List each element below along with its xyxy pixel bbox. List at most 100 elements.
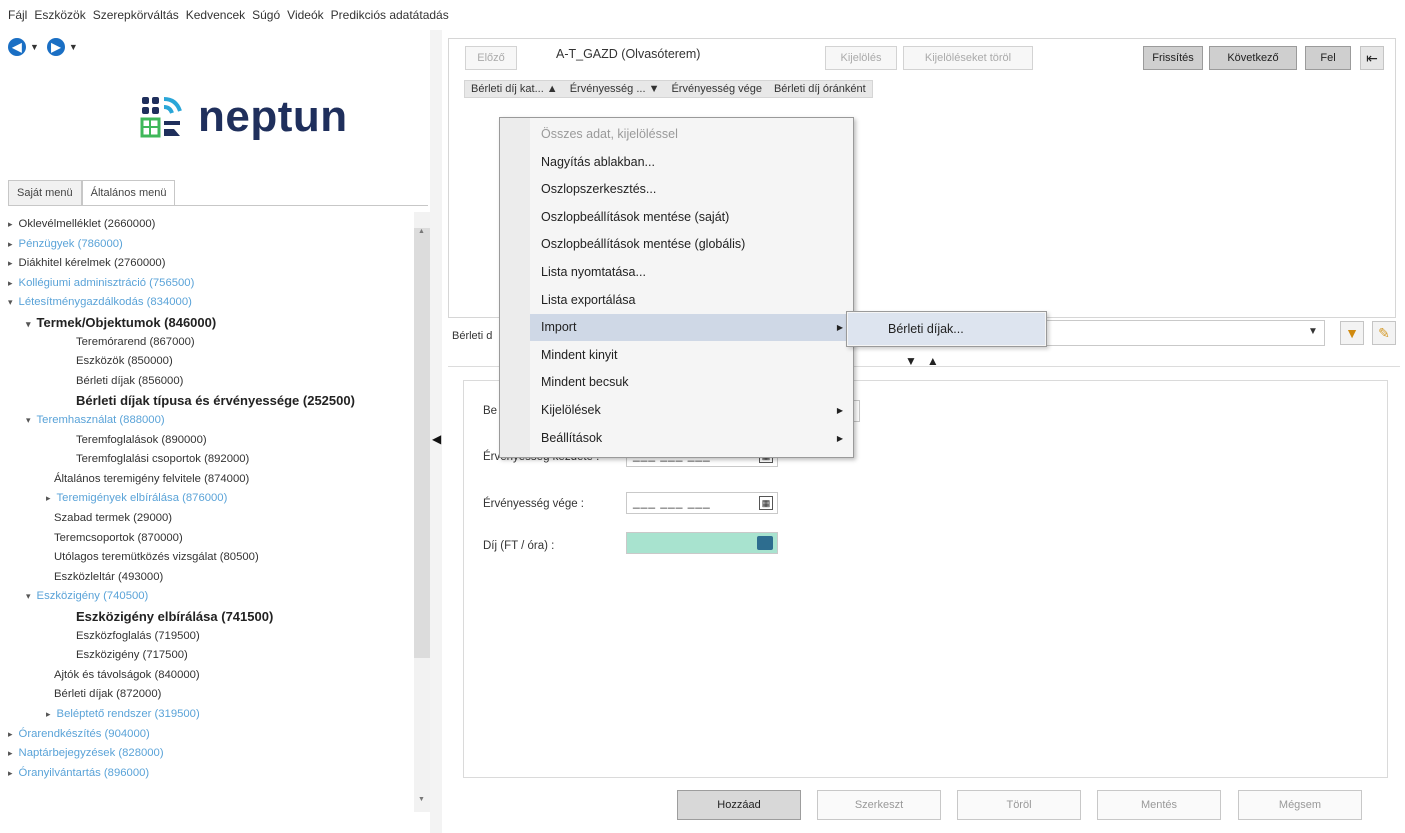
grid-column-header[interactable]: Érvényesség vége <box>665 81 768 97</box>
tree-item[interactable]: Eszközigény (717500) <box>76 647 188 664</box>
tree-item[interactable]: Eszközleltár (493000) <box>54 569 163 586</box>
up-button[interactable]: Fel <box>1305 46 1351 70</box>
context-menu-item[interactable]: Kijelölések ▶ <box>500 397 853 424</box>
calculator-icon[interactable] <box>757 536 773 550</box>
cancel-button[interactable]: Mégsem <box>1238 790 1362 820</box>
tree-item[interactable]: ▾ Termek/Objektumok (846000) <box>26 314 216 331</box>
collapsed-arrow-icon[interactable]: ▸ <box>46 493 51 503</box>
tree-item[interactable]: ▾ Eszközigény (740500) <box>26 588 148 605</box>
tree-scrollbar-thumb[interactable] <box>414 228 430 658</box>
menu-item[interactable]: Videók <box>287 8 323 22</box>
dropdown-caret-icon[interactable]: ▼ <box>1308 326 1318 337</box>
context-menu-item[interactable]: Mindent becsuk <box>500 369 853 396</box>
delete-button[interactable]: Töröl <box>957 790 1081 820</box>
menu-item[interactable]: Szerepkörváltás <box>93 8 179 22</box>
select-button[interactable]: Kijelölés <box>825 46 897 70</box>
scroll-down-icon[interactable]: ▼ <box>418 796 425 803</box>
menu-item[interactable]: Kedvencek <box>186 8 245 22</box>
menu-item[interactable]: Predikciós adatátadás <box>331 8 449 22</box>
context-menu-item[interactable]: Oszlopszerkesztés... <box>500 176 853 203</box>
tree-item[interactable]: Eszközök (850000) <box>76 353 173 370</box>
context-menu-item[interactable]: Import ▶ <box>500 314 853 342</box>
edit-button[interactable]: Szerkeszt <box>817 790 941 820</box>
add-button[interactable]: Hozzáad <box>677 790 801 820</box>
save-button[interactable]: Mentés <box>1097 790 1221 820</box>
next-button[interactable]: Következő <box>1209 46 1297 70</box>
tree-item[interactable]: Teremórarend (867000) <box>76 334 195 351</box>
filter-icon[interactable]: ▼ <box>1340 321 1364 345</box>
context-menu-item-label: Lista exportálása <box>541 292 636 307</box>
tree-item[interactable]: Ajtók és távolságok (840000) <box>54 667 200 684</box>
tree-item[interactable]: Bérleti díjak típusa és érvényessége (25… <box>76 392 355 409</box>
tree-item[interactable]: ▾ Teremhasználat (888000) <box>26 412 165 429</box>
context-menu-item-label: Mindent becsuk <box>541 375 629 390</box>
tree-item[interactable]: Teremcsoportok (870000) <box>54 530 183 547</box>
tree-item[interactable]: Teremfoglalások (890000) <box>76 432 207 449</box>
back-dropdown-icon[interactable]: ▼ <box>30 42 39 52</box>
collapsed-arrow-icon[interactable]: ▸ <box>8 258 13 268</box>
collapsed-arrow-icon[interactable]: ▸ <box>8 239 13 249</box>
refresh-button[interactable]: Frissítés <box>1143 46 1203 70</box>
scroll-up-icon[interactable]: ▲ <box>418 228 425 235</box>
tree-item[interactable]: ▸ Oklevélmelléklet (2660000) <box>8 216 155 233</box>
expanded-arrow-icon[interactable]: ▾ <box>8 297 13 307</box>
context-menu-item[interactable]: Lista nyomtatása... <box>500 259 853 286</box>
context-menu-item[interactable]: Összes adat, kijelöléssel <box>500 121 853 148</box>
tree-item[interactable]: ▸ Kollégiumi adminisztráció (756500) <box>8 275 194 292</box>
collapsed-arrow-icon[interactable]: ▸ <box>8 729 13 739</box>
tree-item[interactable]: ▸ Pénzügyek (786000) <box>8 236 123 253</box>
tree-item[interactable]: ▸ Óranyilvántartás (896000) <box>8 765 149 782</box>
forward-icon[interactable]: ▶ <box>46 38 65 56</box>
tree-item[interactable]: ▸ Órarendkészítés (904000) <box>8 726 150 743</box>
tree-item[interactable]: ▾ Létesítménygazdálkodás (834000) <box>8 294 192 311</box>
import-rental-fees-item[interactable]: Bérleti díjak... <box>848 313 1045 345</box>
clear-selection-button[interactable]: Kijelöléseket töröl <box>903 46 1033 70</box>
collapsed-arrow-icon[interactable]: ▸ <box>8 768 13 778</box>
menu-item[interactable]: Fájl <box>8 8 27 22</box>
calendar-icon[interactable]: ▦ <box>759 496 773 510</box>
menu-item[interactable]: Súgó <box>252 8 280 22</box>
pin-icon[interactable]: ⇤ <box>1360 46 1384 70</box>
fee-field[interactable] <box>626 532 778 554</box>
context-menu-item[interactable]: Oszlopbeállítások mentése (globális) <box>500 231 853 258</box>
forward-dropdown-icon[interactable]: ▼ <box>69 42 78 52</box>
tree-item[interactable]: Eszközigény elbírálása (741500) <box>76 608 273 625</box>
tree-footer <box>0 814 155 833</box>
tree-item[interactable]: Bérleti díjak (872000) <box>54 686 161 703</box>
tree-item[interactable]: ▸ Naptárbejegyzések (828000) <box>8 745 164 762</box>
expanded-arrow-icon[interactable]: ▾ <box>26 415 31 425</box>
expanded-arrow-icon[interactable]: ▾ <box>26 319 31 329</box>
context-menu-item[interactable]: Oszlopbeállítások mentése (saját) <box>500 204 853 231</box>
edit-filter-icon[interactable]: ✎ <box>1372 321 1396 345</box>
tree-item[interactable]: Utólagos teremütközés vizsgálat (80500) <box>54 549 259 566</box>
grid-column-header[interactable]: Bérleti díj kat... ▲ <box>465 81 564 97</box>
tree-item[interactable]: Teremfoglalási csoportok (892000) <box>76 451 249 468</box>
tree-item[interactable]: Általános teremigény felvitele (874000) <box>54 471 249 488</box>
context-menu-item[interactable]: Mindent kinyit <box>500 342 853 369</box>
tree-item[interactable]: ▸ Beléptető rendszer (319500) <box>46 706 200 723</box>
tree-item[interactable]: Szabad termek (29000) <box>54 510 172 527</box>
nav-toolbar: ◀ ▼ ▶ ▼ <box>8 38 86 56</box>
collapse-left-icon[interactable]: ◀ <box>432 432 441 446</box>
grid-column-header[interactable]: Érvényesség ... ▼ <box>564 81 666 97</box>
tree-item[interactable]: ▸ Diákhitel kérelmek (2760000) <box>8 255 165 272</box>
menu-item[interactable]: Eszközök <box>34 8 85 22</box>
tree-item[interactable]: Bérleti díjak (856000) <box>76 373 183 390</box>
tab-own-menu[interactable]: Saját menü <box>8 180 82 206</box>
context-menu-item[interactable]: Nagyítás ablakban... <box>500 149 853 176</box>
collapsed-arrow-icon[interactable]: ▸ <box>8 219 13 229</box>
back-icon[interactable]: ◀ <box>8 38 26 56</box>
collapsed-arrow-icon[interactable]: ▸ <box>8 278 13 288</box>
tree-item[interactable]: ▸ Teremigények elbírálása (876000) <box>46 490 227 507</box>
prev-button[interactable]: Előző <box>465 46 517 70</box>
collapsed-arrow-icon[interactable]: ▸ <box>8 748 13 758</box>
expanded-arrow-icon[interactable]: ▾ <box>26 591 31 601</box>
collapsed-arrow-icon[interactable]: ▸ <box>46 709 51 719</box>
tab-general-menu[interactable]: Általános menü <box>81 180 176 206</box>
context-menu-item[interactable]: Lista exportálása <box>500 287 853 314</box>
grid-column-header[interactable]: Bérleti díj óránként <box>768 81 872 97</box>
context-menu-item[interactable]: Beállítások ▶ <box>500 425 853 452</box>
validity-end-field[interactable]: ___ ___ ___ ▦ <box>626 492 778 514</box>
tree-item-label: Teremcsoportok (870000) <box>54 531 183 544</box>
tree-item[interactable]: Eszközfoglalás (719500) <box>76 628 200 645</box>
